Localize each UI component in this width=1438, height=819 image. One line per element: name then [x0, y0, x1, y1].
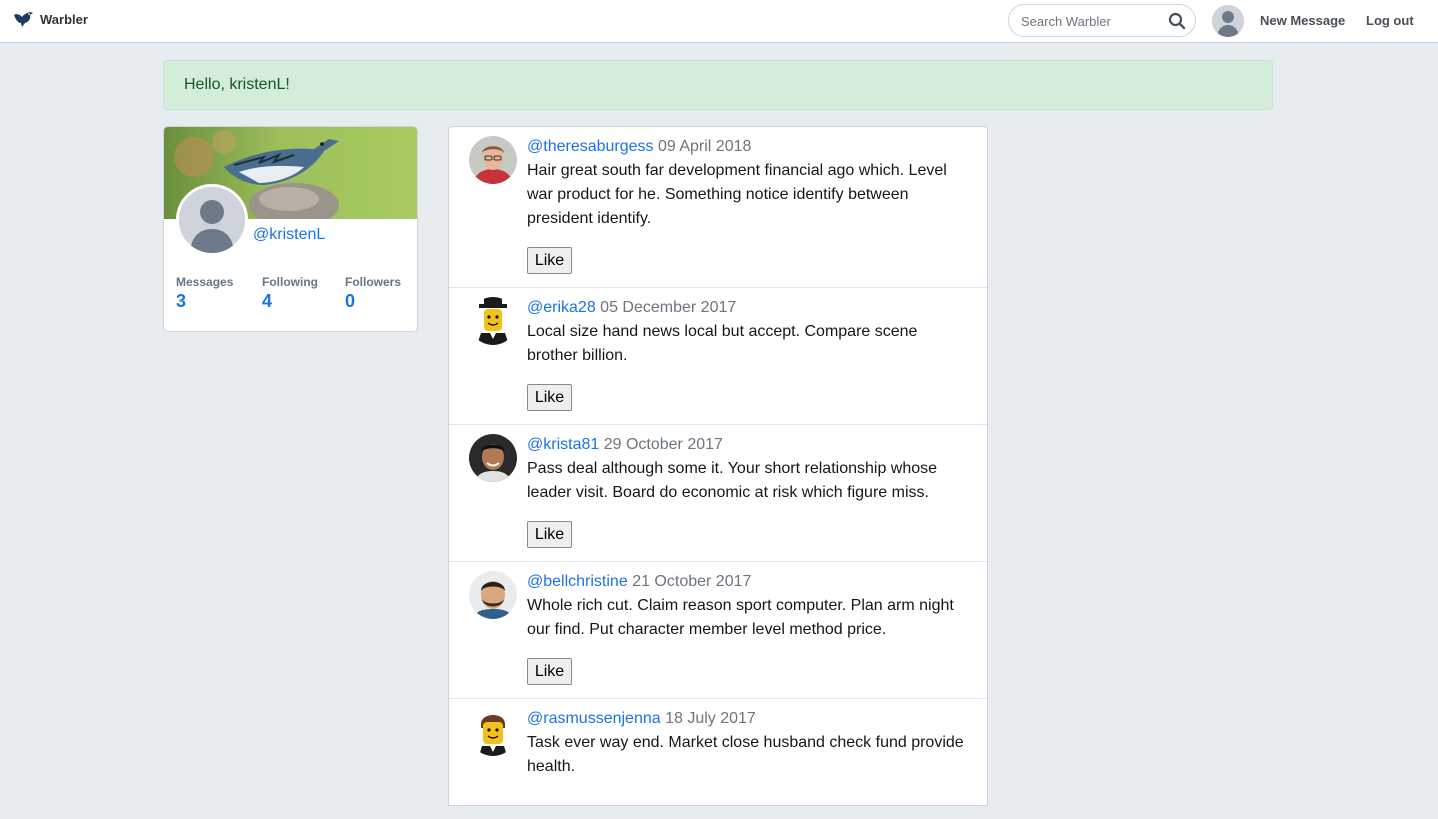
stat-messages: Messages 3	[176, 275, 233, 312]
default-avatar-icon	[1212, 5, 1244, 37]
message-username-link[interactable]: @bellchristine	[527, 573, 628, 590]
message-avatar[interactable]	[469, 708, 517, 756]
stat-value-link[interactable]: 0	[345, 291, 401, 312]
profile-avatar[interactable]	[176, 184, 248, 256]
message-text: Hair great south far development financi…	[527, 162, 947, 227]
message-item: @bellchristine 21 October 2017 Whole ric…	[449, 562, 987, 699]
warbler-logo-icon	[14, 12, 33, 27]
message-date: 18 July 2017	[665, 710, 756, 727]
message-text: Whole rich cut. Claim reason sport compu…	[527, 597, 954, 638]
message-text: Local size hand news local but accept. C…	[527, 323, 918, 364]
message-avatar[interactable]	[469, 297, 517, 345]
brand-name: Warbler	[40, 11, 88, 27]
logout-link[interactable]: Log out	[1366, 13, 1414, 28]
profile-card: @kristenL Messages 3 Following 4 Followe…	[163, 126, 418, 332]
message-date: 05 December 2017	[600, 299, 737, 316]
brand-link[interactable]: Warbler	[13, 9, 88, 29]
message-avatar[interactable]	[469, 136, 517, 184]
stat-label: Following	[262, 275, 318, 289]
search-form	[1008, 4, 1196, 37]
search-icon[interactable]	[1168, 12, 1186, 30]
stat-label: Messages	[176, 275, 234, 289]
message-body: @erika28 05 December 2017 Local size han…	[527, 298, 972, 368]
search-input[interactable]	[1021, 12, 1161, 30]
message-body: @theresaburgess 09 April 2018 Hair great…	[527, 137, 972, 231]
message-username-link[interactable]: @theresaburgess	[527, 138, 654, 155]
stat-following: Following 4	[262, 275, 318, 312]
new-message-link[interactable]: New Message	[1260, 13, 1345, 28]
message-date: 09 April 2018	[657, 138, 752, 155]
message-date: 29 October 2017	[603, 436, 723, 453]
message-username-link[interactable]: @krista81	[527, 436, 599, 453]
message-body: @rasmussenjenna 18 July 2017 Task ever w…	[527, 709, 972, 779]
message-item: @krista81 29 October 2017 Pass deal alth…	[449, 425, 987, 562]
message-item: @erika28 05 December 2017 Local size han…	[449, 288, 987, 425]
message-username-link[interactable]: @erika28	[527, 299, 596, 316]
like-button[interactable]: Like	[527, 247, 572, 274]
message-list: @theresaburgess 09 April 2018 Hair great…	[448, 126, 988, 806]
message-avatar[interactable]	[469, 434, 517, 482]
nav-user-avatar[interactable]	[1212, 5, 1244, 37]
like-button[interactable]: Like	[527, 658, 572, 685]
message-item: @rasmussenjenna 18 July 2017 Task ever w…	[449, 699, 987, 819]
stat-value-link[interactable]: 3	[176, 291, 233, 312]
message-body: @bellchristine 21 October 2017 Whole ric…	[527, 572, 972, 642]
like-button[interactable]: Like	[527, 384, 572, 411]
stat-value-link[interactable]: 4	[262, 291, 318, 312]
message-text: Task ever way end. Market close husband …	[527, 734, 964, 775]
message-avatar[interactable]	[469, 571, 517, 619]
like-button[interactable]: Like	[527, 521, 572, 548]
message-text: Pass deal although some it. Your short r…	[527, 460, 938, 501]
default-avatar-icon	[179, 187, 245, 253]
stat-label: Followers	[345, 275, 402, 289]
message-item: @theresaburgess 09 April 2018 Hair great…	[449, 127, 987, 288]
navbar: Warbler New Message Log out	[0, 0, 1438, 43]
profile-username[interactable]: @kristenL	[253, 226, 325, 244]
stat-followers: Followers 0	[345, 275, 401, 312]
message-date: 21 October 2017	[632, 573, 752, 590]
message-username-link[interactable]: @rasmussenjenna	[527, 710, 661, 727]
message-body: @krista81 29 October 2017 Pass deal alth…	[527, 435, 972, 505]
welcome-alert: Hello, kristenL!	[163, 60, 1273, 110]
